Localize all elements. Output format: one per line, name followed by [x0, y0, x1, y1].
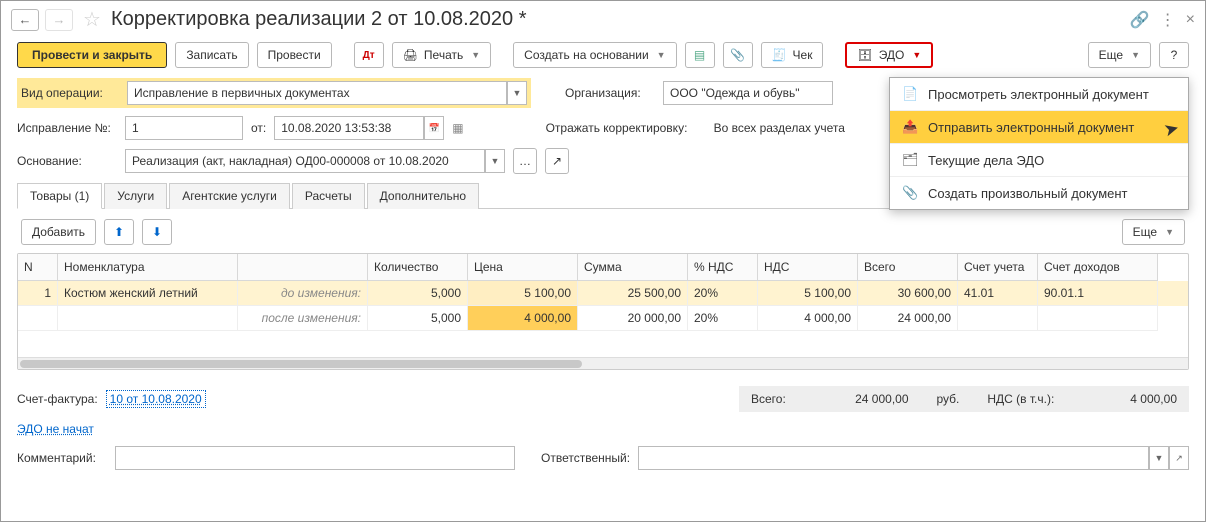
- responsible-open-icon[interactable]: ↗: [1169, 446, 1189, 470]
- post-and-close-button[interactable]: Провести и закрыть: [17, 42, 167, 68]
- move-up-button[interactable]: ⬆: [104, 219, 134, 245]
- close-icon[interactable]: ×: [1186, 11, 1195, 29]
- calendar-icon[interactable]: 📅: [424, 116, 444, 140]
- col-sum[interactable]: Сумма: [578, 254, 688, 281]
- list-icon: 🗂: [902, 152, 918, 168]
- table-row[interactable]: после изменения: 5,000 4 000,00 20 000,0…: [18, 306, 1188, 331]
- comment-label: Комментарий:: [17, 451, 107, 465]
- document-icon: 📄: [902, 86, 918, 102]
- link-icon[interactable]: 🔗: [1130, 10, 1150, 30]
- correction-no-field[interactable]: 1: [125, 116, 243, 140]
- edo-status-link[interactable]: ЭДО не начат: [17, 422, 94, 436]
- paperclip-icon: 📎: [730, 48, 745, 62]
- col-acct[interactable]: Счет учета: [958, 254, 1038, 281]
- edo-send-item[interactable]: 📤 Отправить электронный документ: [890, 111, 1188, 144]
- forward-button[interactable]: →: [45, 9, 73, 31]
- edo-button[interactable]: 🗄 ЭДО ▼: [845, 42, 933, 68]
- chevron-down-icon: ▼: [657, 50, 666, 60]
- responsible-field[interactable]: [638, 446, 1149, 470]
- reflect-label: Отражать корректировку:: [546, 121, 706, 135]
- edo-current-item[interactable]: 🗂 Текущие дела ЭДО: [890, 144, 1188, 177]
- edo-dropdown: 📄 Просмотреть электронный документ 📤 Отп…: [889, 77, 1189, 210]
- tree-icon: ▤: [694, 48, 705, 62]
- create-based-button[interactable]: Создать на основании ▼: [513, 42, 676, 68]
- tab-agent[interactable]: Агентские услуги: [169, 183, 290, 209]
- op-type-dropdown-icon[interactable]: ▼: [507, 81, 527, 105]
- post-button[interactable]: Провести: [257, 42, 332, 68]
- comment-field[interactable]: [115, 446, 515, 470]
- pin-icon[interactable]: ▦: [452, 121, 463, 135]
- basis-select-button[interactable]: …: [513, 148, 537, 174]
- goods-table: N Номенклатура Количество Цена Сумма % Н…: [17, 253, 1189, 370]
- chevron-down-icon: ▼: [1131, 50, 1140, 60]
- more-button[interactable]: Еще ▼: [1088, 42, 1151, 68]
- op-type-label: Вид операции:: [21, 86, 121, 100]
- col-vatpct[interactable]: % НДС: [688, 254, 758, 281]
- tab-services[interactable]: Услуги: [104, 183, 167, 209]
- send-icon: 📤: [902, 119, 918, 135]
- org-label: Организация:: [565, 86, 655, 100]
- edo-view-item[interactable]: 📄 Просмотреть электронный документ: [890, 78, 1188, 111]
- tab-payments[interactable]: Расчеты: [292, 183, 365, 209]
- tab-additional[interactable]: Дополнительно: [367, 183, 479, 209]
- add-row-button[interactable]: Добавить: [21, 219, 96, 245]
- totals-panel: Всего: 24 000,00 руб. НДС (в т.ч.): 4 00…: [739, 386, 1189, 412]
- favorite-icon[interactable]: ☆: [83, 7, 101, 32]
- op-type-field[interactable]: Исправление в первичных документах: [127, 81, 507, 105]
- page-title: Корректировка реализации 2 от 10.08.2020…: [111, 8, 527, 31]
- totals-total: 24 000,00: [814, 392, 909, 406]
- receipt-icon: 🧾: [772, 48, 787, 62]
- basis-dropdown-icon[interactable]: ▼: [485, 149, 505, 173]
- back-button[interactable]: ←: [11, 9, 39, 31]
- col-total[interactable]: Всего: [858, 254, 958, 281]
- basis-field[interactable]: Реализация (акт, накладная) ОД00-000008 …: [125, 149, 485, 173]
- tab-goods[interactable]: Товары (1): [17, 183, 102, 209]
- help-button[interactable]: ?: [1159, 42, 1189, 68]
- invoice-label: Счет-фактура:: [17, 392, 98, 406]
- col-price[interactable]: Цена: [468, 254, 578, 281]
- col-change[interactable]: [238, 254, 368, 281]
- responsible-label: Ответственный:: [541, 451, 630, 465]
- dtkt-button[interactable]: Дт: [354, 42, 384, 68]
- chevron-down-icon: ▼: [1165, 227, 1174, 237]
- invoice-link[interactable]: 10 от 10.08.2020: [106, 390, 206, 408]
- basis-open-button[interactable]: ↗: [545, 148, 569, 174]
- attachment-button[interactable]: 📎: [723, 42, 753, 68]
- print-button[interactable]: 🖨 Печать ▼: [392, 42, 491, 68]
- table-row[interactable]: 1 Костюм женский летний до изменения: 5,…: [18, 281, 1188, 306]
- chevron-down-icon: ▼: [912, 50, 921, 60]
- move-down-button[interactable]: ⬇: [142, 219, 172, 245]
- basis-label: Основание:: [17, 154, 117, 168]
- structure-button[interactable]: ▤: [685, 42, 715, 68]
- org-field[interactable]: ООО "Одежда и обувь": [663, 81, 833, 105]
- col-n[interactable]: N: [18, 254, 58, 281]
- edo-icon: 🗄: [857, 48, 872, 62]
- save-button[interactable]: Записать: [175, 42, 248, 68]
- responsible-dropdown-icon[interactable]: ▼: [1149, 446, 1169, 470]
- col-name[interactable]: Номенклатура: [58, 254, 238, 281]
- kebab-icon[interactable]: ⋮: [1160, 10, 1176, 30]
- chevron-down-icon: ▼: [471, 50, 480, 60]
- paperclip-icon: 📎: [902, 185, 918, 201]
- printer-icon: 🖨: [403, 48, 418, 62]
- col-vat[interactable]: НДС: [758, 254, 858, 281]
- edo-create-item[interactable]: 📎 Создать произвольный документ: [890, 177, 1188, 209]
- from-label: от:: [251, 121, 266, 135]
- date-field[interactable]: 10.08.2020 13:53:38: [274, 116, 424, 140]
- horizontal-scrollbar[interactable]: [18, 357, 1188, 369]
- grid-more-button[interactable]: Еще ▼: [1122, 219, 1185, 245]
- reflect-value: Во всех разделах учета: [714, 121, 845, 135]
- col-income[interactable]: Счет доходов: [1038, 254, 1158, 281]
- check-button[interactable]: 🧾 Чек: [761, 42, 824, 68]
- totals-vat: 4 000,00: [1082, 392, 1177, 406]
- correction-no-label: Исправление №:: [17, 121, 117, 135]
- col-qty[interactable]: Количество: [368, 254, 468, 281]
